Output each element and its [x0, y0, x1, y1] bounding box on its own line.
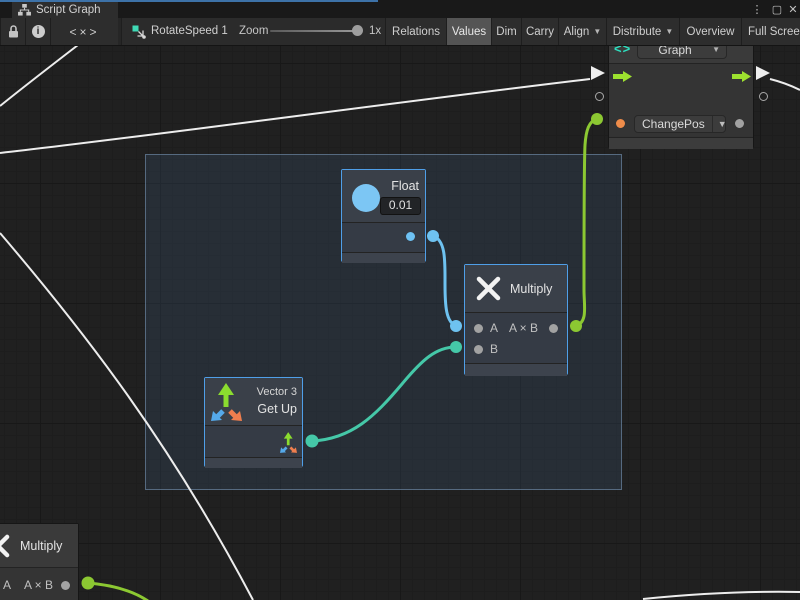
float-node[interactable]: Float 0.01 — [341, 169, 426, 262]
unconnected-port-ring-left[interactable] — [595, 92, 604, 101]
chevron-down-icon: ▼ — [593, 27, 601, 36]
toolbar: i <×> RotateSpeed 1 Zoom 1x Relations Va… — [0, 18, 800, 46]
outgoing-flow-arrowhead — [756, 66, 770, 80]
graph-unit-body: ChangePos ▼ — [609, 63, 753, 136]
full-screen-label: Full Screen — [748, 26, 800, 38]
multiply-out-label: A × B — [509, 321, 538, 335]
overview-button[interactable]: Overview — [679, 18, 741, 45]
float-body — [342, 222, 425, 252]
vector3-footer — [205, 457, 302, 468]
float-title: Float — [391, 179, 419, 193]
float-footer — [342, 252, 425, 263]
value-output-port[interactable] — [735, 119, 744, 128]
distribute-button[interactable]: Distribute ▼ — [606, 18, 679, 45]
chevron-down-icon: ▼ — [712, 45, 726, 54]
align-label: Align — [564, 26, 590, 38]
tab-bar: Script Graph ⋮ ▢ ✕ — [0, 0, 800, 18]
inspect-code-button[interactable]: <×> — [50, 18, 118, 45]
bottom-multiply-body: A A × B — [0, 567, 78, 600]
tab-script-graph[interactable]: Script Graph — [12, 2, 118, 18]
graph-breadcrumb[interactable]: RotateSpeed 1 Zoom 1x — [121, 18, 385, 45]
overview-label: Overview — [687, 26, 735, 38]
bottom-multiply-node[interactable]: Multiply A A × B — [0, 523, 79, 600]
float-literal-icon — [352, 184, 380, 212]
changepos-variable-dropdown[interactable]: ChangePos ▼ — [634, 115, 726, 133]
graph-name: RotateSpeed 1 — [151, 25, 228, 37]
kebab-menu-icon: ⋮ — [752, 3, 763, 16]
multiply-port-b-label: B — [490, 342, 498, 356]
close-icon: ✕ — [788, 3, 797, 16]
info-icon: i — [32, 25, 45, 38]
vector3-axes-icon — [211, 383, 242, 421]
vector3-type-label: Vector 3 — [257, 386, 297, 398]
control-output-arrow-icon[interactable] — [732, 71, 751, 82]
distribute-label: Distribute — [613, 26, 662, 38]
multiply-footer — [465, 363, 567, 376]
multiply-x-icon — [475, 275, 502, 302]
values-label: Values — [452, 26, 486, 38]
relations-label: Relations — [392, 26, 440, 38]
graph-unit-footer — [609, 137, 753, 149]
bottom-multiply-title: Multiply — [20, 539, 62, 553]
align-button[interactable]: Align ▼ — [558, 18, 606, 45]
window-menu-button[interactable]: ⋮ — [749, 0, 765, 18]
incoming-flow-arrowhead — [591, 66, 605, 80]
values-button[interactable]: Values — [446, 18, 491, 45]
tab-title: Script Graph — [36, 4, 101, 16]
graph-window-icon — [18, 4, 31, 16]
script-graph-window: { "tab_bar": { "title": "Script Graph", … — [0, 0, 800, 600]
vector3-getup-node[interactable]: Vector 3 Get Up — [204, 377, 303, 467]
getup-title: Get Up — [257, 402, 297, 416]
zoom-slider-track[interactable] — [270, 30, 362, 32]
multiply-port-b[interactable] — [474, 345, 483, 354]
bottom-multiply-header: Multiply — [0, 524, 78, 567]
window-maximize-button[interactable]: ▢ — [769, 0, 785, 18]
zoom-value: 1x — [369, 25, 381, 37]
chevron-down-icon: ▼ — [665, 27, 673, 36]
full-screen-button[interactable]: Full Screen — [741, 18, 800, 45]
unconnected-port-ring-right[interactable] — [759, 92, 768, 101]
carry-label: Carry — [526, 26, 554, 38]
carry-button[interactable]: Carry — [521, 18, 558, 45]
multiply-title: Multiply — [510, 282, 552, 296]
dim-label: Dim — [496, 26, 516, 38]
vector3-output-port-icon[interactable] — [280, 432, 297, 453]
bottom-multiply-port-a-label: A — [3, 578, 11, 592]
zoom-label: Zoom — [239, 25, 268, 37]
multiply-port-a[interactable] — [474, 324, 483, 333]
multiply-x-icon — [0, 533, 11, 559]
graph-unit-node[interactable]: <> Graph ▼ ChangePos ▼ — [608, 36, 754, 148]
vector3-header: Vector 3 Get Up — [205, 378, 302, 425]
maximize-icon: ▢ — [772, 3, 782, 16]
changepos-label: ChangePos — [635, 117, 712, 131]
lock-icon — [8, 25, 19, 38]
chevron-down-icon: ▼ — [712, 116, 732, 132]
float-header: Float 0.01 — [342, 170, 425, 222]
variable-input-port[interactable] — [616, 119, 625, 128]
lock-button[interactable] — [0, 18, 25, 45]
dim-button[interactable]: Dim — [491, 18, 521, 45]
float-output-port[interactable] — [406, 232, 415, 241]
multiply-body: A A × B B — [465, 312, 567, 363]
float-value-input[interactable]: 0.01 — [380, 197, 421, 215]
script-graph-asset-icon — [132, 25, 146, 39]
bottom-multiply-out-port[interactable] — [61, 581, 70, 590]
multiply-node[interactable]: Multiply A A × B B — [464, 264, 568, 375]
multiply-out-port[interactable] — [549, 324, 558, 333]
zoom-slider-handle[interactable] — [352, 25, 363, 36]
window-close-button[interactable]: ✕ — [785, 0, 800, 18]
multiply-port-a-label: A — [490, 321, 498, 335]
multiply-header: Multiply — [465, 265, 567, 312]
bottom-multiply-out-label: A × B — [24, 578, 53, 592]
code-brackets-x-icon: <×> — [69, 25, 99, 39]
info-button[interactable]: i — [25, 18, 50, 45]
vector3-body — [205, 425, 302, 457]
control-input-arrow-icon[interactable] — [613, 71, 632, 82]
relations-button[interactable]: Relations — [385, 18, 446, 45]
